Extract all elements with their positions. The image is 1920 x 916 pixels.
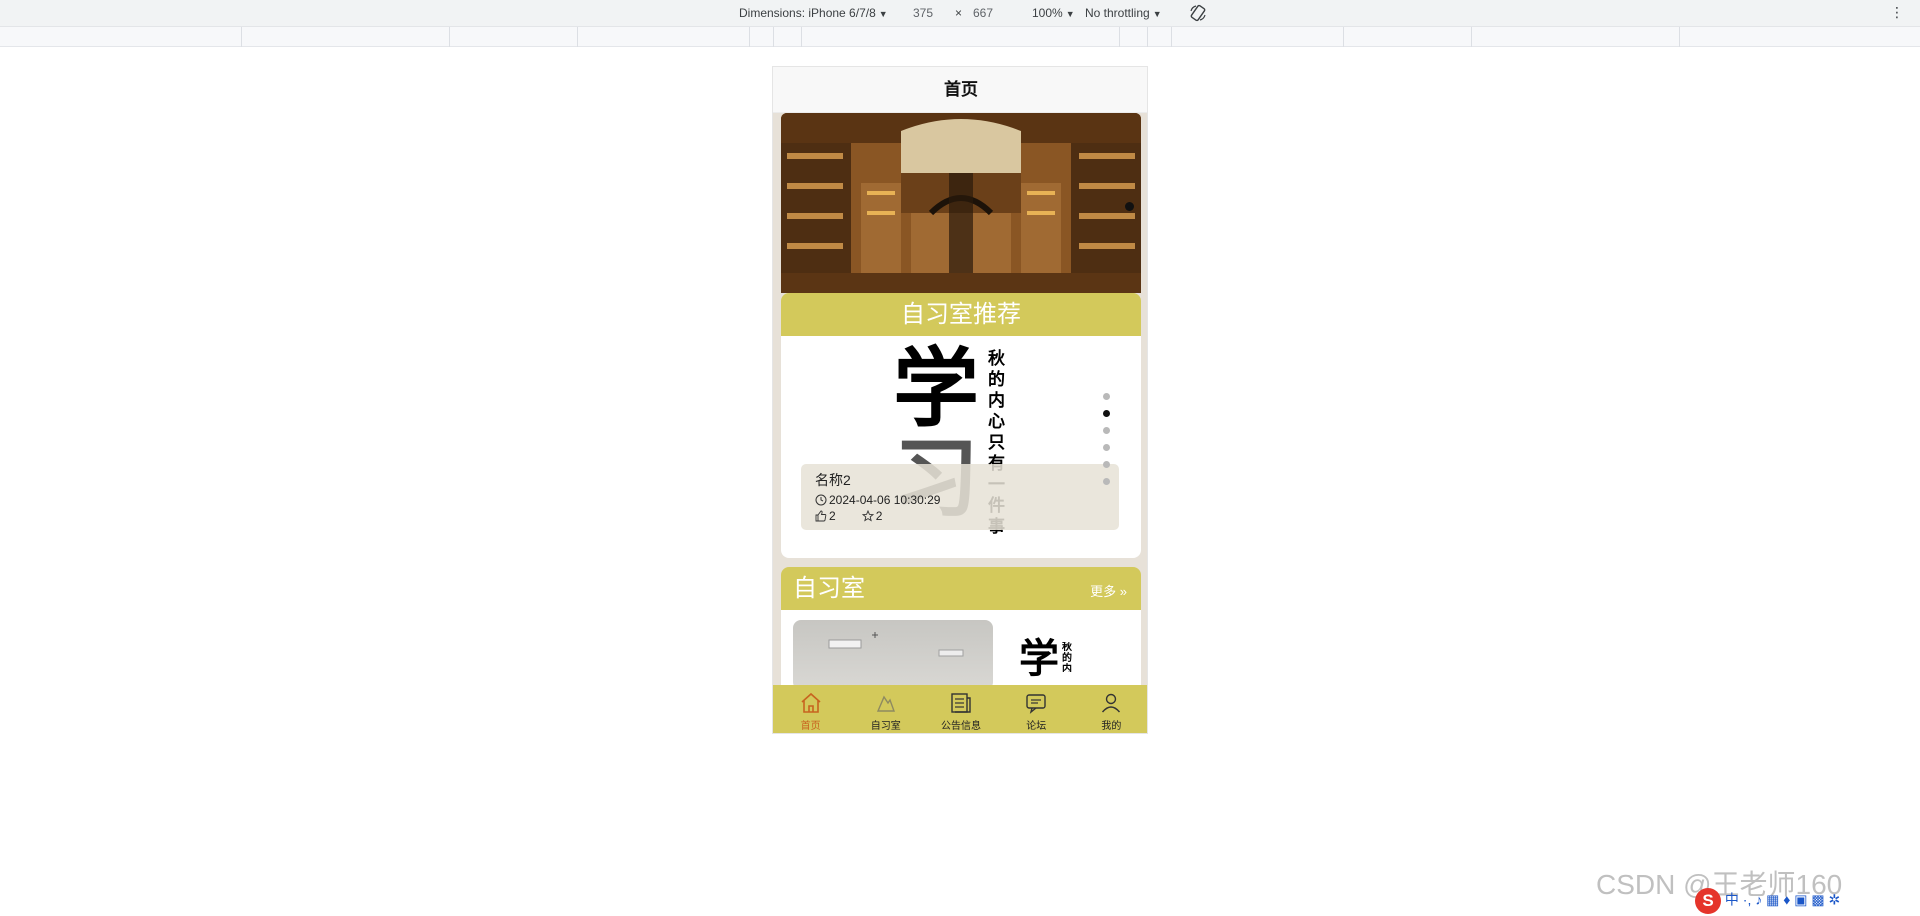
library-banner-image <box>781 113 1141 293</box>
tab-label: 自习室 <box>870 721 901 732</box>
zoom-label: 100% <box>1032 6 1063 20</box>
recommend-info-overlay: 名称2 2024-04-06 10:30:29 2 2 <box>801 464 1119 530</box>
rooms-list: 学 秋的内心只有一件事 <box>781 610 1141 685</box>
page-title: 首页 <box>773 67 1147 113</box>
scroll-content[interactable]: 自习室推荐 学 习 秋的内心只有一件事 名称2 2024-04-06 10:30… <box>773 113 1147 685</box>
ime-mic-icon[interactable]: ♪ <box>1755 892 1762 908</box>
ime-keyboard-icon[interactable]: ▦ <box>1766 892 1779 908</box>
carousel-dot[interactable] <box>1103 393 1110 400</box>
ruler-tick <box>241 27 242 47</box>
ruler-tick <box>577 27 578 47</box>
device-select[interactable]: Dimensions: iPhone 6/7/8 ▼ <box>739 6 888 20</box>
time-row: 2024-04-06 10:30:29 <box>815 493 1105 507</box>
recommend-section-title: 自习室推荐 <box>901 301 1021 328</box>
carousel-dot[interactable] <box>1103 444 1110 451</box>
sogou-logo-icon: S <box>1695 888 1721 914</box>
room-photo-image <box>828 632 964 657</box>
tab-label: 公告信息 <box>941 721 981 732</box>
ruler-tick <box>801 27 802 47</box>
phone-viewport: 首页 自习室推荐 学 秋的内心只 名称2 2024-04-06 10:30:29… <box>772 66 1148 734</box>
banner-carousel[interactable] <box>781 113 1141 293</box>
room-name: 名称2 <box>815 472 851 488</box>
ime-toolbox-icon[interactable]: ▣ <box>1794 892 1807 908</box>
carousel-dot[interactable] <box>1103 461 1110 468</box>
ime-toolbar[interactable]: S 中 ·, ♪ ▦ ♦ ▣ ▩ ✲ <box>1695 888 1920 914</box>
rotate-icon[interactable] <box>1188 3 1208 23</box>
zoom-select[interactable]: 100% ▼ <box>1032 6 1075 20</box>
room-poster-char: 学 <box>1019 637 1059 681</box>
caret-down-icon: ▼ <box>878 9 888 19</box>
tab-label: 首页 <box>800 721 821 732</box>
tab-label: 我的 <box>1101 721 1122 732</box>
ime-skin-icon[interactable]: ♦ <box>1783 892 1790 908</box>
tab-home[interactable]: 首页 <box>773 685 848 733</box>
width-input[interactable]: 375 <box>913 6 933 20</box>
double-chevron-right-icon: » <box>1119 584 1127 599</box>
like-count: 2 <box>829 509 836 523</box>
ruler-tick <box>449 27 450 47</box>
forum-icon <box>1026 694 1046 714</box>
user-icon <box>1102 693 1121 713</box>
notice-icon <box>951 693 971 713</box>
tab-mine[interactable]: 我的 <box>1074 685 1147 733</box>
recommend-card[interactable]: 学 习 秋的内心只有一件事 名称2 2024-04-06 10:30:29 2 <box>781 336 1141 558</box>
ruler-tick <box>1343 27 1344 47</box>
ruler-tick <box>1471 27 1472 47</box>
banner-indicator-dot[interactable] <box>1125 202 1134 211</box>
stats-row: 2 2 <box>815 509 1105 523</box>
tab-notice[interactable]: 公告信息 <box>923 685 998 733</box>
room-thumbnail[interactable] <box>793 620 993 685</box>
throttling-select[interactable]: No throttling ▼ <box>1085 6 1162 20</box>
carousel-dot[interactable] <box>1103 427 1110 434</box>
carousel-dot[interactable] <box>1103 410 1110 417</box>
devtools-device-toolbar: Dimensions: iPhone 6/7/8 ▼ 375 × 667 100%… <box>0 0 1920 27</box>
ruler-tick <box>1171 27 1172 47</box>
media-query-ruler <box>0 27 1920 47</box>
home-icon <box>801 692 821 713</box>
ruler-tick <box>1679 27 1680 47</box>
more-options-icon[interactable]: ⋮ <box>1890 4 1904 21</box>
more-link[interactable]: 更多 » <box>1090 581 1127 600</box>
carousel-dot[interactable] <box>1103 478 1110 485</box>
recommend-section-header: 自习室推荐 <box>781 293 1141 336</box>
dimension-separator: × <box>955 6 963 20</box>
more-label: 更多 <box>1090 584 1117 599</box>
device-select-label: Dimensions: iPhone 6/7/8 <box>739 6 876 20</box>
ruler-tick <box>773 27 774 47</box>
room-time: 2024-04-06 10:30:29 <box>829 493 941 507</box>
slide-main-char: 学 <box>893 341 979 437</box>
ime-punctuation-icon[interactable]: ·, <box>1743 892 1752 908</box>
tab-label: 论坛 <box>1026 721 1047 732</box>
favorite-count: 2 <box>875 509 883 523</box>
ruler-tick <box>1147 27 1148 47</box>
throttling-label: No throttling <box>1085 6 1150 20</box>
ime-language[interactable]: 中 <box>1725 892 1739 908</box>
ime-grid-icon[interactable]: ▩ <box>1811 892 1824 908</box>
tab-forum[interactable]: 论坛 <box>999 685 1074 733</box>
star-icon <box>861 510 874 522</box>
room-poster-text: 秋的内心只有一件事 <box>1062 642 1072 672</box>
clock-icon <box>815 494 827 506</box>
study-room-icon <box>876 695 895 712</box>
rooms-section-title: 自习室 <box>793 575 865 602</box>
bottom-tab-bar: 首页 自习室 公告信息 论坛 我的 <box>773 685 1147 733</box>
rooms-section-header: 自习室 更多 » <box>781 567 1141 610</box>
ruler-tick <box>1119 27 1120 47</box>
caret-down-icon: ▼ <box>1152 9 1162 19</box>
ruler-tick <box>749 27 750 47</box>
recommend-carousel-dots <box>1103 393 1111 495</box>
height-input[interactable]: 667 <box>973 6 993 20</box>
thumbs-up-icon <box>815 510 827 522</box>
tab-study-room[interactable]: 自习室 <box>848 685 923 733</box>
ime-settings-icon[interactable]: ✲ <box>1829 892 1841 908</box>
caret-down-icon: ▼ <box>1065 9 1075 19</box>
